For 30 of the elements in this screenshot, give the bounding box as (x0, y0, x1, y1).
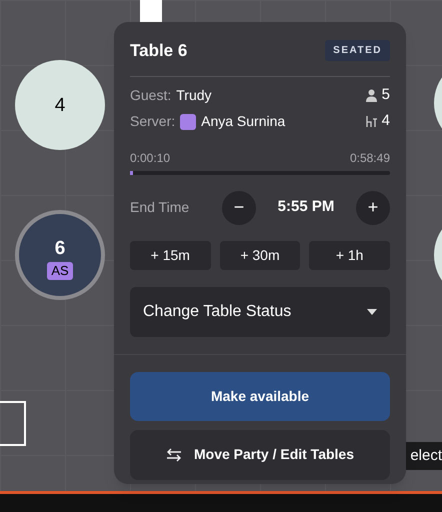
field-label: Server: (130, 112, 176, 131)
server-badge: AS (47, 262, 73, 280)
caret-icon (367, 308, 377, 314)
table-number: 6 (54, 238, 66, 258)
count-value: 5 (382, 85, 390, 106)
add-time-button[interactable]: + 30m (220, 240, 300, 270)
make-available-button[interactable]: Make available (130, 372, 390, 420)
end-time: 5:55 PM (276, 197, 336, 218)
table-outline[interactable] (0, 401, 26, 446)
field-value: Trudy (176, 86, 212, 105)
add-time-button[interactable]: + 1h (309, 240, 390, 270)
field-label: End Time (130, 198, 190, 217)
person-icon (364, 89, 378, 102)
move-party-button[interactable]: Move Party / Edit Tables (130, 430, 390, 480)
status-dropdown[interactable]: Change Table Status (130, 286, 390, 336)
chair-icon (364, 115, 378, 128)
field-label: Guest: (130, 86, 172, 105)
round-table[interactable]: 6 AS (15, 210, 105, 300)
field-value: Anya Surnina (201, 112, 286, 131)
increase-button[interactable]: + (356, 190, 390, 224)
decrease-button[interactable]: − (222, 190, 256, 224)
remaining-time: 0:58:49 (350, 150, 390, 166)
table-number: 4 (54, 96, 66, 114)
popup-title: Table 6 (130, 40, 188, 62)
round-table[interactable]: 4 (15, 60, 105, 150)
swap-arrows-icon (166, 448, 182, 462)
count-value: 4 (382, 111, 390, 132)
elapsed-time: 0:00:10 (130, 150, 170, 166)
status-badge: SEATED (325, 40, 390, 62)
add-time-button[interactable]: + 15m (130, 240, 211, 270)
